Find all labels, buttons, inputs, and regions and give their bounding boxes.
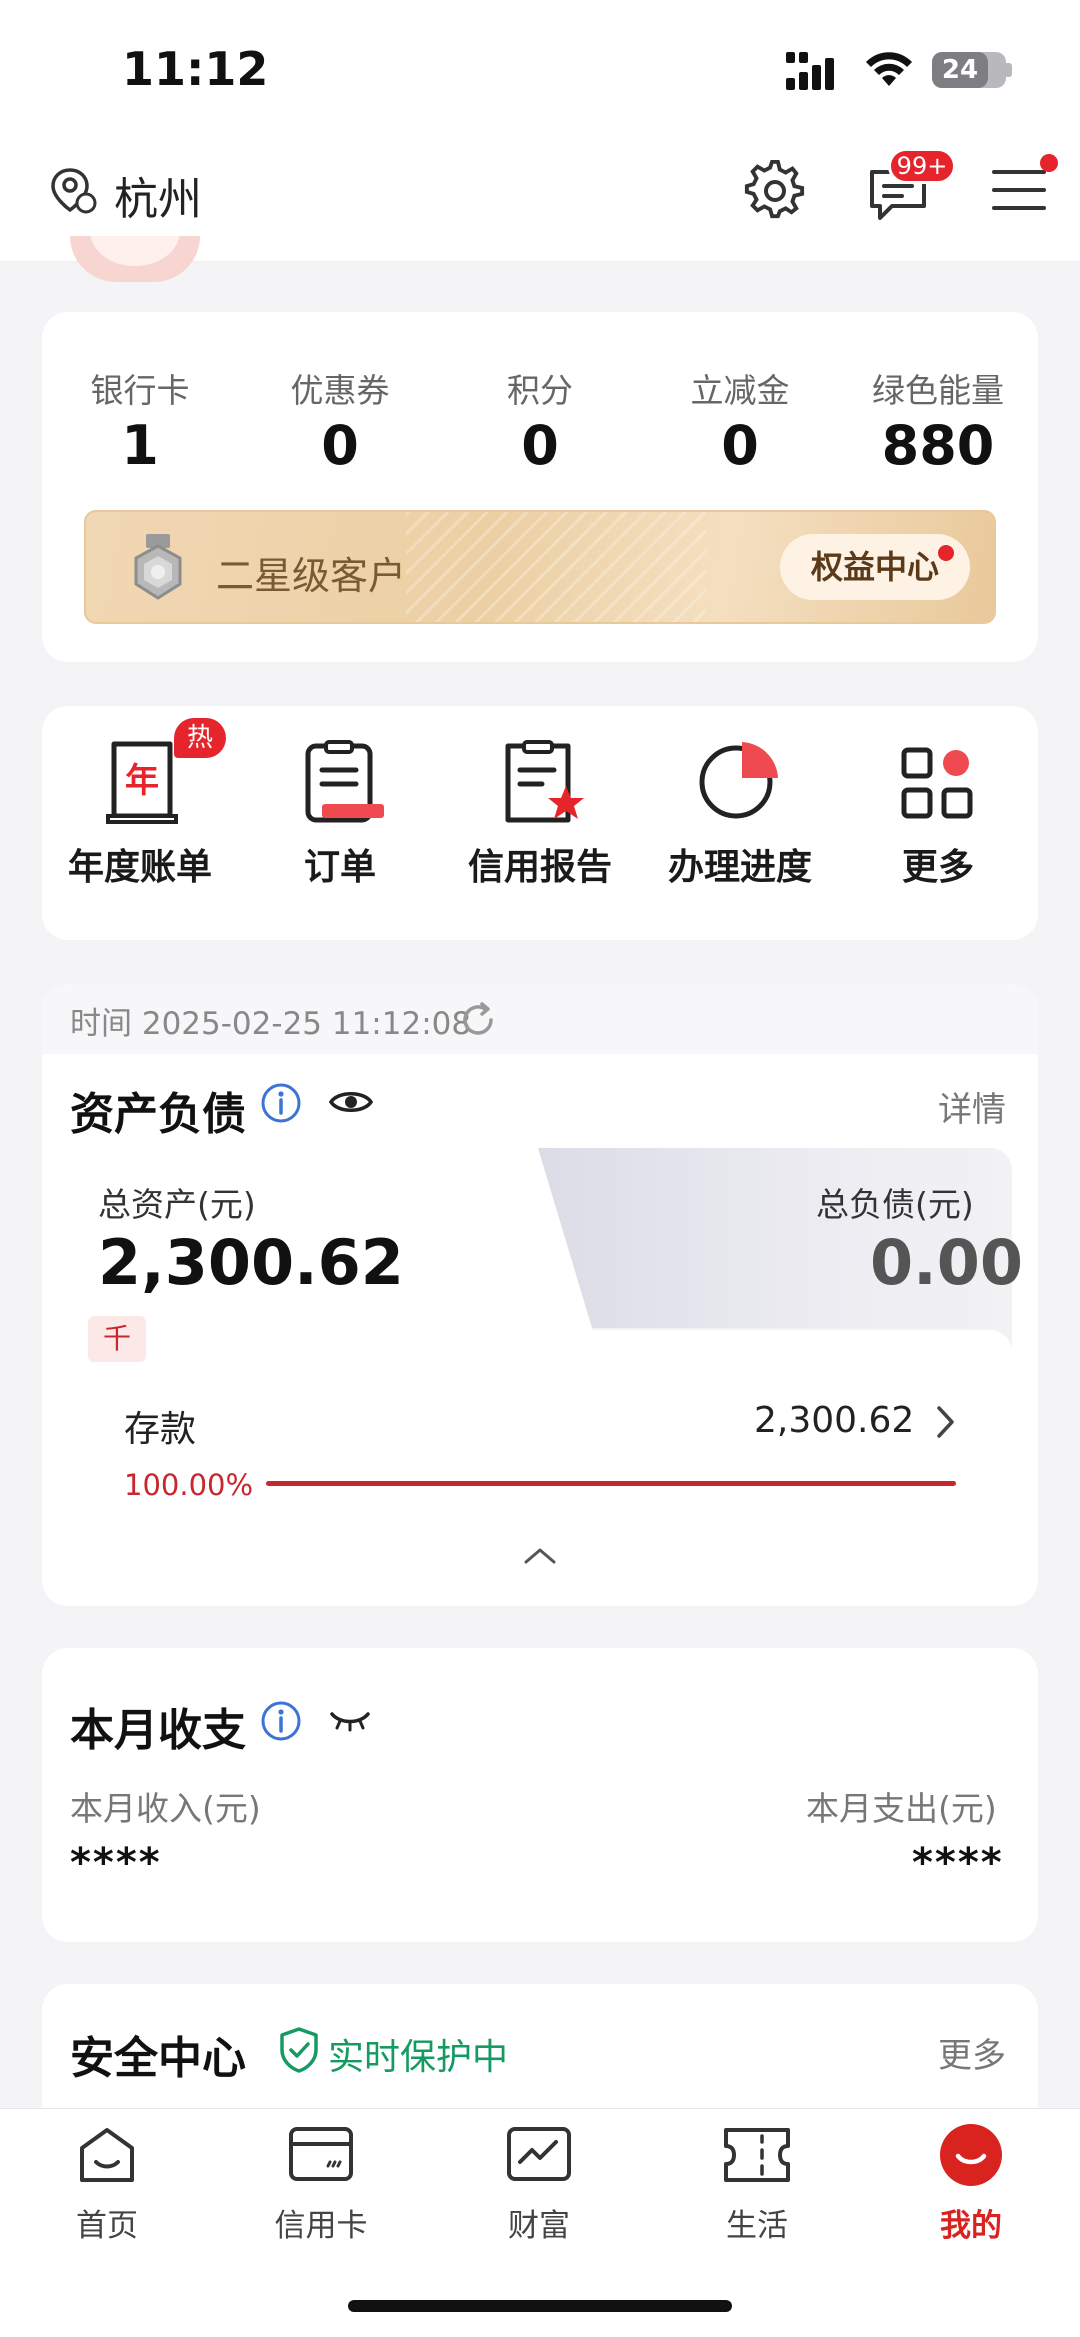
total-liabilities-label: 总负债(元) bbox=[816, 1185, 974, 1224]
total-liabilities-value: 0.00 bbox=[870, 1226, 1023, 1299]
function-label-order: 订单 bbox=[303, 847, 376, 888]
security-status: 实时保护中 bbox=[328, 2037, 509, 2078]
stat-label-green-energy: 绿色能量 bbox=[872, 371, 1004, 410]
stat-value-bank-card[interactable]: 1 bbox=[40, 414, 240, 477]
rights-notification-dot bbox=[938, 545, 954, 561]
stat-value-coupon[interactable]: 0 bbox=[240, 414, 440, 477]
battery-icon: 24 bbox=[932, 52, 1006, 88]
security-more-link[interactable]: 更多 bbox=[938, 2028, 1006, 2077]
hamburger-menu-icon[interactable] bbox=[990, 166, 1048, 216]
avatar[interactable] bbox=[70, 236, 200, 282]
function-label-credit-report: 信用报告 bbox=[467, 847, 612, 888]
profile-icon bbox=[940, 2124, 1002, 2186]
monthly-title: 本月收支 bbox=[70, 1705, 246, 1756]
chevron-right-icon bbox=[937, 1406, 954, 1438]
wifi-icon bbox=[866, 52, 912, 86]
tab-label-wealth: 财富 bbox=[508, 2208, 570, 2244]
home-icon bbox=[80, 2128, 134, 2182]
medal-icon bbox=[134, 534, 182, 600]
stat-label-discount: 立减金 bbox=[690, 371, 790, 410]
monthly-expense-label: 本月支出(元) bbox=[806, 1789, 997, 1828]
refresh-time: 时间 2025-02-25 11:12:08 bbox=[70, 1006, 472, 1042]
monthly-income-value: **** bbox=[70, 1840, 162, 1886]
cellular-signal-icon bbox=[786, 52, 834, 90]
ticket-icon bbox=[724, 2128, 790, 2182]
function-label-progress: 办理进度 bbox=[667, 847, 812, 888]
rights-center-button[interactable]: 权益中心 bbox=[780, 534, 970, 600]
menu-notification-dot bbox=[1040, 154, 1058, 172]
total-assets-value: 2,300.62 bbox=[98, 1226, 404, 1299]
tab-label-mine: 我的 bbox=[940, 2208, 1002, 2244]
monthly-info-icon[interactable] bbox=[260, 1700, 302, 1742]
eye-hidden-icon[interactable] bbox=[328, 1708, 372, 1734]
deposit-percent-bar bbox=[266, 1481, 956, 1486]
message-count-badge: 99+ bbox=[888, 148, 956, 184]
stat-value-discount[interactable]: 0 bbox=[640, 414, 840, 477]
settings-gear-icon[interactable] bbox=[744, 160, 806, 222]
credit-report-icon bbox=[505, 740, 584, 823]
hot-badge: 热 bbox=[174, 718, 226, 758]
battery-nub bbox=[1006, 63, 1012, 77]
total-assets-label: 总资产(元) bbox=[98, 1185, 256, 1224]
home-indicator bbox=[348, 2300, 732, 2312]
battery-level: 24 bbox=[932, 52, 988, 88]
progress-icon bbox=[699, 742, 778, 819]
stat-label-points: 积分 bbox=[507, 371, 573, 410]
stat-label-bank-card: 银行卡 bbox=[90, 371, 190, 410]
eye-visible-icon[interactable] bbox=[328, 1086, 374, 1118]
status-time: 11:12 bbox=[122, 42, 269, 96]
unit-thousand-toggle[interactable]: 千 bbox=[88, 1316, 146, 1362]
tab-label-credit-card: 信用卡 bbox=[274, 2208, 368, 2244]
stat-label-coupon: 优惠券 bbox=[290, 371, 390, 410]
more-grid-icon bbox=[901, 747, 973, 819]
function-label-more: 更多 bbox=[901, 847, 974, 888]
refresh-icon[interactable] bbox=[458, 1000, 498, 1040]
customer-level-name: 二星级客户 bbox=[216, 554, 407, 598]
assets-title: 资产负债 bbox=[70, 1089, 246, 1140]
deposit-value: 2,300.62 bbox=[754, 1400, 915, 1441]
deposit-percent: 100.00% bbox=[124, 1468, 254, 1502]
tab-label-life: 生活 bbox=[726, 2208, 788, 2244]
credit-card-icon bbox=[289, 2127, 353, 2181]
annual-bill-glyph: 年 bbox=[125, 761, 159, 801]
annual-bill-icon: 年 bbox=[106, 741, 178, 824]
monthly-income-label: 本月收入(元) bbox=[70, 1789, 261, 1828]
stat-value-green-energy[interactable]: 880 bbox=[838, 414, 1038, 477]
location-pin-icon[interactable] bbox=[50, 166, 98, 216]
tab-label-home: 首页 bbox=[76, 2208, 138, 2244]
chevron-up-icon bbox=[524, 1548, 556, 1564]
info-icon[interactable] bbox=[260, 1082, 302, 1124]
monthly-expense-value: **** bbox=[912, 1840, 1004, 1886]
function-label-annual-bill: 年度账单 bbox=[67, 847, 212, 888]
security-title: 安全中心 bbox=[70, 2033, 246, 2084]
stat-value-points[interactable]: 0 bbox=[440, 414, 640, 477]
city-selector[interactable]: 杭州 bbox=[114, 163, 202, 227]
wealth-chart-icon bbox=[507, 2127, 571, 2181]
order-icon bbox=[305, 740, 384, 823]
shield-check-icon bbox=[280, 2027, 318, 2073]
deposit-label: 存款 bbox=[124, 1409, 197, 1450]
assets-detail-link[interactable]: 详情 bbox=[938, 1082, 1006, 1131]
